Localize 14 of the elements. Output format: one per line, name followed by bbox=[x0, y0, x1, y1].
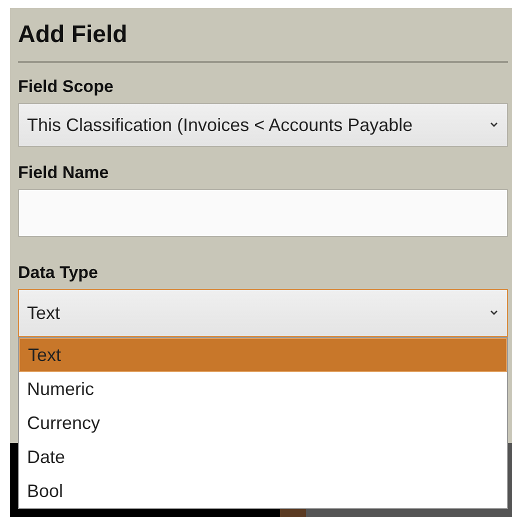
dropdown-option[interactable]: Date bbox=[19, 440, 507, 474]
dialog-title: Add Field bbox=[18, 20, 128, 50]
dropdown-field[interactable]: This Classification (Invoices < Accounts Payable bbox=[18, 103, 508, 147]
chevron-down-icon bbox=[489, 121, 499, 129]
dropdown-option[interactable]: Bool bbox=[19, 474, 507, 508]
text-input-field[interactable] bbox=[18, 189, 508, 237]
dropdown-option[interactable]: Currency bbox=[19, 406, 507, 440]
field-label: Field Name bbox=[18, 163, 110, 183]
field-label: Field Scope bbox=[18, 77, 114, 97]
dropdown-field[interactable]: Text bbox=[18, 289, 508, 337]
dropdown-option[interactable]: Numeric bbox=[19, 372, 507, 406]
chevron-down-icon bbox=[489, 309, 499, 317]
dropdown-option[interactable]: Text bbox=[19, 338, 507, 372]
field-label: Data Type bbox=[18, 263, 99, 283]
